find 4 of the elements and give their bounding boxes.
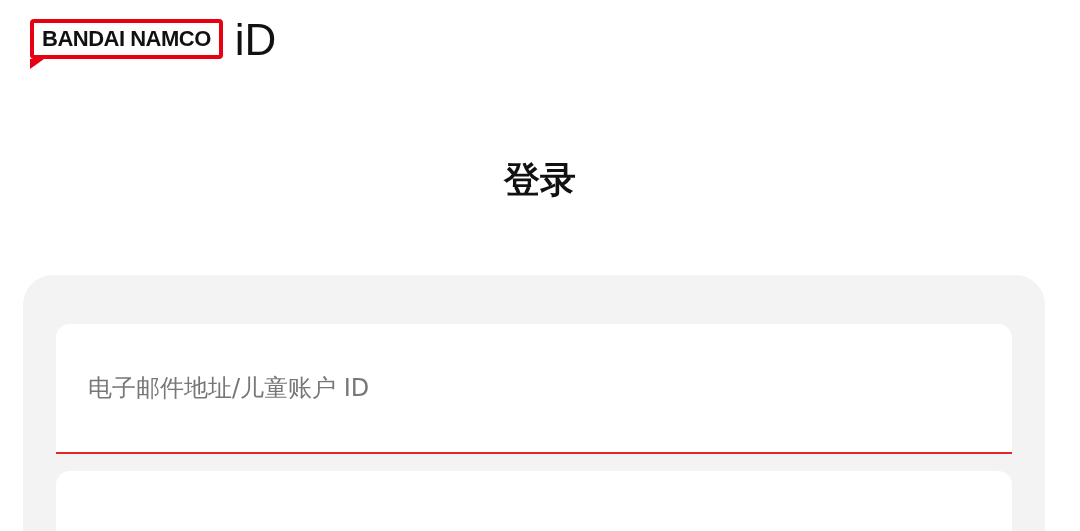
page-title: 登录	[502, 158, 577, 202]
input-field[interactable]: 电子邮件地址/儿童账户 ID	[56, 324, 1012, 454]
logo-id: iD	[234, 18, 277, 62]
logo-wordmark: BANDAI NAMCO	[30, 18, 223, 70]
